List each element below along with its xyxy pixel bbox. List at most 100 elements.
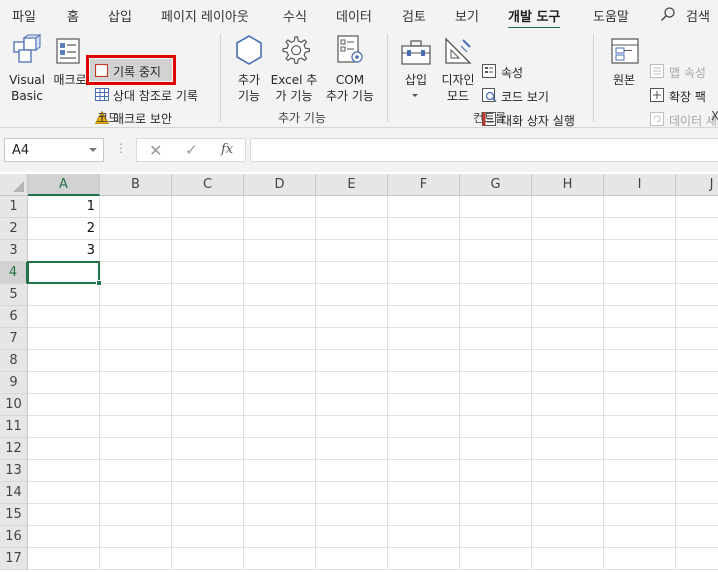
- cell-a11[interactable]: [28, 416, 100, 438]
- visual-basic-button[interactable]: Visual Basic: [4, 32, 48, 103]
- cell-e17[interactable]: [316, 548, 388, 570]
- cell-c9[interactable]: [172, 372, 244, 394]
- tab-view[interactable]: 보기: [455, 6, 479, 25]
- column-header-b[interactable]: B: [100, 174, 172, 196]
- cell-h8[interactable]: [532, 350, 604, 372]
- cell-h2[interactable]: [532, 218, 604, 240]
- name-box[interactable]: A4: [4, 138, 104, 162]
- cell-j7[interactable]: [676, 328, 718, 350]
- tab-developer[interactable]: 개발 도구: [508, 6, 561, 30]
- cell-j14[interactable]: [676, 482, 718, 504]
- tab-review[interactable]: 검토: [402, 6, 426, 25]
- cell-h15[interactable]: [532, 504, 604, 526]
- cell-i16[interactable]: [604, 526, 676, 548]
- row-header-10[interactable]: 10: [0, 394, 28, 416]
- cell-j1[interactable]: [676, 196, 718, 218]
- row-header-13[interactable]: 13: [0, 460, 28, 482]
- cell-c7[interactable]: [172, 328, 244, 350]
- cell-d7[interactable]: [244, 328, 316, 350]
- cell-f4[interactable]: [388, 262, 460, 284]
- cell-e1[interactable]: [316, 196, 388, 218]
- cell-a1[interactable]: 1: [28, 196, 100, 218]
- cell-c13[interactable]: [172, 460, 244, 482]
- row-header-8[interactable]: 8: [0, 350, 28, 372]
- row-header-15[interactable]: 15: [0, 504, 28, 526]
- row-header-17[interactable]: 17: [0, 548, 28, 570]
- row-header-12[interactable]: 12: [0, 438, 28, 460]
- design-mode-button[interactable]: 디자인 모드: [438, 32, 478, 103]
- cell-g5[interactable]: [460, 284, 532, 306]
- cell-h14[interactable]: [532, 482, 604, 504]
- tab-data[interactable]: 데이터: [336, 6, 372, 25]
- cell-d3[interactable]: [244, 240, 316, 262]
- cell-e8[interactable]: [316, 350, 388, 372]
- tab-insert[interactable]: 삽입: [108, 6, 132, 25]
- cell-e9[interactable]: [316, 372, 388, 394]
- cell-c17[interactable]: [172, 548, 244, 570]
- cell-i10[interactable]: [604, 394, 676, 416]
- cell-c8[interactable]: [172, 350, 244, 372]
- cell-b16[interactable]: [100, 526, 172, 548]
- cell-g8[interactable]: [460, 350, 532, 372]
- cell-f14[interactable]: [388, 482, 460, 504]
- column-header-g[interactable]: G: [460, 174, 532, 196]
- cell-j17[interactable]: [676, 548, 718, 570]
- cell-b12[interactable]: [100, 438, 172, 460]
- macro-security-button[interactable]: 매크로 보안: [113, 110, 172, 127]
- cell-b6[interactable]: [100, 306, 172, 328]
- cell-d10[interactable]: [244, 394, 316, 416]
- cell-c3[interactable]: [172, 240, 244, 262]
- cell-a2[interactable]: 2: [28, 218, 100, 240]
- cell-i5[interactable]: [604, 284, 676, 306]
- cell-e11[interactable]: [316, 416, 388, 438]
- cell-h6[interactable]: [532, 306, 604, 328]
- run-dialog-button[interactable]: 대화 상자 실행: [501, 112, 575, 129]
- cell-g4[interactable]: [460, 262, 532, 284]
- cell-c1[interactable]: [172, 196, 244, 218]
- worksheet-grid[interactable]: A B C D E F G H I J 1 1 2 2 3 3 4 5 6 7 8 9 10 11 12 13 14 15 16 17: [0, 174, 718, 572]
- cell-c11[interactable]: [172, 416, 244, 438]
- cell-b17[interactable]: [100, 548, 172, 570]
- cell-d6[interactable]: [244, 306, 316, 328]
- cell-j9[interactable]: [676, 372, 718, 394]
- column-header-h[interactable]: H: [532, 174, 604, 196]
- cell-e14[interactable]: [316, 482, 388, 504]
- cell-i7[interactable]: [604, 328, 676, 350]
- cell-h1[interactable]: [532, 196, 604, 218]
- cell-j2[interactable]: [676, 218, 718, 240]
- map-properties-button[interactable]: 맵 속성: [669, 64, 706, 81]
- cell-f8[interactable]: [388, 350, 460, 372]
- cell-c6[interactable]: [172, 306, 244, 328]
- cell-g9[interactable]: [460, 372, 532, 394]
- cell-j10[interactable]: [676, 394, 718, 416]
- tab-file[interactable]: 파일: [12, 6, 36, 25]
- select-all-button[interactable]: [0, 174, 28, 196]
- cell-h4[interactable]: [532, 262, 604, 284]
- cell-c5[interactable]: [172, 284, 244, 306]
- cell-h12[interactable]: [532, 438, 604, 460]
- cell-e16[interactable]: [316, 526, 388, 548]
- cell-c12[interactable]: [172, 438, 244, 460]
- cell-d5[interactable]: [244, 284, 316, 306]
- cell-c4[interactable]: [172, 262, 244, 284]
- search-label[interactable]: 검색: [686, 6, 710, 25]
- cell-f12[interactable]: [388, 438, 460, 460]
- tab-formulas[interactable]: 수식: [283, 6, 307, 25]
- tab-home[interactable]: 홈: [67, 6, 79, 25]
- cell-c15[interactable]: [172, 504, 244, 526]
- tab-page-layout[interactable]: 페이지 레이아웃: [161, 6, 249, 25]
- cell-a7[interactable]: [28, 328, 100, 350]
- formula-bar-grip[interactable]: ⋮: [115, 141, 127, 155]
- cell-j12[interactable]: [676, 438, 718, 460]
- cell-j16[interactable]: [676, 526, 718, 548]
- cell-b14[interactable]: [100, 482, 172, 504]
- cell-g13[interactable]: [460, 460, 532, 482]
- cell-a14[interactable]: [28, 482, 100, 504]
- cell-g6[interactable]: [460, 306, 532, 328]
- cell-h7[interactable]: [532, 328, 604, 350]
- cell-f3[interactable]: [388, 240, 460, 262]
- cell-i11[interactable]: [604, 416, 676, 438]
- cell-e6[interactable]: [316, 306, 388, 328]
- cell-b4[interactable]: [100, 262, 172, 284]
- cell-c2[interactable]: [172, 218, 244, 240]
